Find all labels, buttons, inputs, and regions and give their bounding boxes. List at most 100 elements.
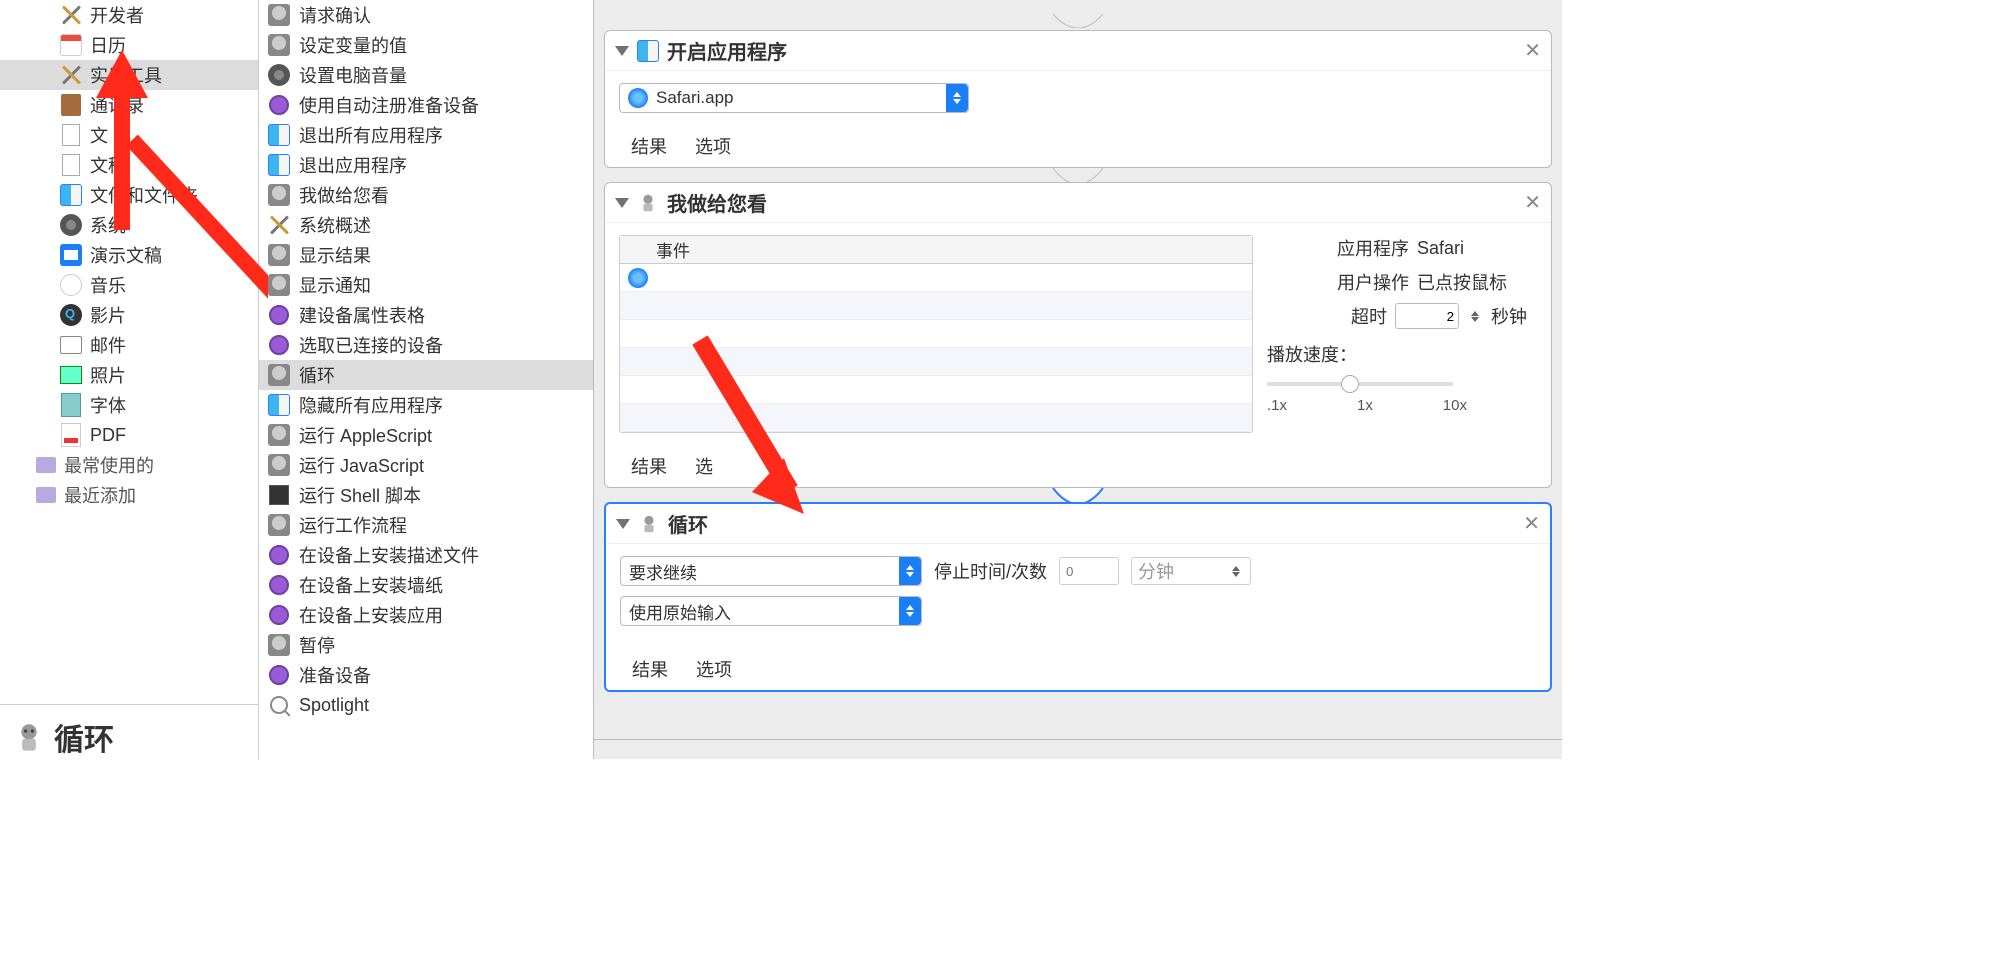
action-item[interactable]: 循环	[259, 360, 593, 390]
table997664[interactable]	[620, 264, 1252, 292]
table-row[interactable]	[620, 376, 1252, 404]
action-item[interactable]: 系统概述	[259, 210, 593, 240]
action-item[interactable]: 在设备上安装描述文件	[259, 540, 593, 570]
results-tab[interactable]: 结果	[632, 656, 668, 682]
keynote-ic-icon	[60, 244, 82, 266]
auto-ic-icon	[267, 183, 291, 207]
category-item[interactable]: 日历	[0, 30, 258, 60]
card-title: 我做给您看	[667, 188, 767, 217]
purple-ic-icon	[267, 663, 291, 687]
workflow-card-loop[interactable]: 循环 ✕ 要求继续 停止时间/次数 分钟	[604, 502, 1552, 692]
loop-input-select[interactable]: 使用原始输入	[620, 596, 922, 626]
results-tab[interactable]: 结果	[631, 453, 667, 479]
options-tab[interactable]: 选	[695, 453, 713, 479]
finder-ic-icon	[267, 123, 291, 147]
stop-label: 停止时间/次数	[934, 558, 1047, 584]
action-item[interactable]: 隐藏所有应用程序	[259, 390, 593, 420]
category-item[interactable]: 文件和文件夹	[0, 180, 258, 210]
unit-select[interactable]: 分钟	[1131, 557, 1251, 585]
page-ic-icon	[60, 154, 82, 176]
card-title: 循环	[668, 509, 708, 538]
close-icon[interactable]: ✕	[1524, 38, 1541, 63]
auto-ic-icon	[267, 423, 291, 447]
category-item[interactable]: 系统	[0, 210, 258, 240]
book-ic-icon	[60, 94, 82, 116]
action-item[interactable]: 退出所有应用程序	[259, 120, 593, 150]
gear-ic-icon	[60, 214, 82, 236]
category-item[interactable]: 照片	[0, 360, 258, 390]
category-item[interactable]: 文	[0, 120, 258, 150]
action-item[interactable]: 使用自动注册准备设备	[259, 90, 593, 120]
action-item[interactable]: 我做给您看	[259, 180, 593, 210]
action-item[interactable]: 运行 Shell 脚本	[259, 480, 593, 510]
category-item[interactable]: 影片	[0, 300, 258, 330]
action-item[interactable]: 显示结果	[259, 240, 593, 270]
results-tab[interactable]: 结果	[631, 133, 667, 159]
stepper-icon[interactable]	[1467, 311, 1483, 322]
category-item[interactable]: 文稿	[0, 150, 258, 180]
action-item[interactable]: 设定变量的值	[259, 30, 593, 60]
table-row[interactable]	[620, 292, 1252, 320]
disclosure-triangle-icon[interactable]	[615, 198, 629, 208]
category-item[interactable]: 演示文稿	[0, 240, 258, 270]
speed-label: 播放速度：	[1267, 341, 1527, 367]
category-item[interactable]: 音乐	[0, 270, 258, 300]
action-item[interactable]: 运行 JavaScript	[259, 450, 593, 480]
disclosure-triangle-icon[interactable]	[615, 46, 629, 56]
category-item[interactable]: 通讯录	[0, 90, 258, 120]
auto-ic-icon	[267, 453, 291, 477]
playback-speed-slider[interactable]	[1267, 373, 1453, 395]
action-item[interactable]: 显示通知	[259, 270, 593, 300]
workflow-card-open-app[interactable]: 开启应用程序 ✕ Safari.app 结果 选项	[604, 30, 1552, 168]
workflow-card-watch-me-do[interactable]: 我做给您看 ✕ 事件	[604, 182, 1552, 488]
table-row[interactable]	[620, 348, 1252, 376]
action-item[interactable]: 退出应用程序	[259, 150, 593, 180]
action-item[interactable]: 在设备上安装墙纸	[259, 570, 593, 600]
events-table[interactable]: 事件	[619, 235, 1253, 433]
mail-ic-icon	[60, 334, 82, 356]
category-item[interactable]: 实用工具	[0, 60, 258, 90]
category-item[interactable]: 字体	[0, 390, 258, 420]
cal-ic-icon	[60, 34, 82, 56]
action-item[interactable]: 暂停	[259, 630, 593, 660]
action-item[interactable]: 运行工作流程	[259, 510, 593, 540]
card-title: 开启应用程序	[667, 36, 787, 65]
loop-mode-select[interactable]: 要求继续	[620, 556, 922, 586]
purple-ic-icon	[267, 603, 291, 627]
options-tab[interactable]: 选项	[696, 656, 732, 682]
search-ic-icon	[267, 693, 291, 717]
category-item[interactable]: 开发者	[0, 0, 258, 30]
app-select[interactable]: Safari.app	[619, 83, 969, 113]
close-icon[interactable]: ✕	[1524, 190, 1541, 215]
table-row[interactable]	[620, 404, 1252, 432]
auto-ic-icon	[267, 243, 291, 267]
close-icon[interactable]: ✕	[1523, 511, 1540, 536]
action-item[interactable]: 设置电脑音量	[259, 60, 593, 90]
finder-ic-icon	[60, 184, 82, 206]
action-item[interactable]: 请求确认	[259, 0, 593, 30]
gear-ic-icon	[267, 63, 291, 87]
action-item[interactable]: 准备设备	[259, 660, 593, 690]
disclosure-triangle-icon[interactable]	[616, 519, 630, 529]
category-item[interactable]: 邮件	[0, 330, 258, 360]
action-item[interactable]: 选取已连接的设备	[259, 330, 593, 360]
stop-count-input[interactable]	[1059, 557, 1119, 585]
automator-icon	[637, 192, 659, 214]
category-sidebar: 开发者日历实用工具通讯录文文稿文件和文件夹系统演示文稿音乐影片邮件照片字体PDF…	[0, 0, 259, 759]
auto-ic-icon	[267, 513, 291, 537]
term-ic-icon	[267, 483, 291, 507]
purple-ic-icon	[267, 573, 291, 597]
sidebar-section[interactable]: 最近添加	[0, 480, 258, 510]
auto-ic-icon	[267, 273, 291, 297]
options-tab[interactable]: 选项	[695, 133, 731, 159]
action-item[interactable]: Spotlight	[259, 690, 593, 720]
category-item[interactable]: PDF	[0, 420, 258, 450]
sidebar-section[interactable]: 最常使用的	[0, 450, 258, 480]
workflow-canvas: 开启应用程序 ✕ Safari.app 结果 选项	[594, 0, 1562, 759]
action-item[interactable]: 运行 AppleScript	[259, 420, 593, 450]
action-item[interactable]: 建设备属性表格	[259, 300, 593, 330]
finder-ic-icon	[267, 153, 291, 177]
action-item[interactable]: 在设备上安装应用	[259, 600, 593, 630]
timeout-input[interactable]	[1395, 303, 1459, 329]
table-row[interactable]	[620, 320, 1252, 348]
